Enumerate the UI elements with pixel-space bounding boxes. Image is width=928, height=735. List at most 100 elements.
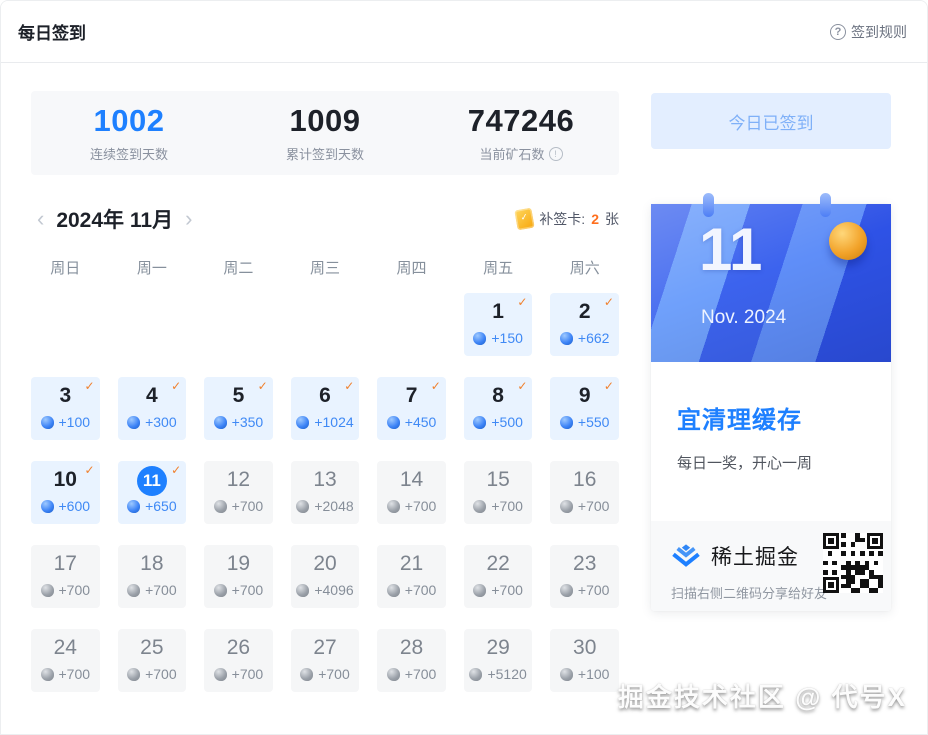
date-card-image: 11 Nov. 2024	[651, 204, 891, 362]
day-points: +550	[560, 414, 610, 430]
ore-icon	[296, 416, 309, 429]
calendar-day-cell[interactable]: 29 +5120	[464, 629, 533, 692]
calendar-day-cell[interactable]: ✓2+662	[550, 293, 619, 356]
calendar-day-cell[interactable]: ✓6+1024	[291, 377, 360, 440]
calendar-day-cell[interactable]: 24+700	[31, 629, 100, 692]
calendar-day-cell[interactable]: 28+700	[377, 629, 446, 692]
calendar-day-cell[interactable]: 20 +4096	[291, 545, 360, 608]
checked-in-today-button[interactable]: 今日已签到	[651, 93, 891, 149]
calendar-day-cell[interactable]: 18+700	[118, 545, 187, 608]
card-day-number: 11	[699, 220, 762, 280]
calendar-day-cell[interactable]: 12+700	[204, 461, 273, 524]
checked-icon: ✓	[171, 379, 181, 393]
day-points: +700	[127, 666, 177, 682]
calendar-day-cell[interactable]: 25 +700	[118, 629, 187, 692]
makeup-unit: 张	[605, 209, 619, 229]
ore-icon	[560, 416, 573, 429]
weekday-label: 周日	[31, 257, 100, 278]
date-card-footer: 稀土掘金 扫描右侧二维码分享给好友	[651, 521, 891, 611]
calendar-day-cell[interactable]: 13+2048	[291, 461, 360, 524]
calendar-day-cell[interactable]: 27+700	[291, 629, 360, 692]
calendar-day-cell[interactable]: ✓ 9 +550	[550, 377, 619, 440]
day-number: 9	[579, 385, 591, 407]
day-points: +600	[41, 498, 91, 514]
calendar-day-cell[interactable]: 23+700	[550, 545, 619, 608]
calendar-day-cell[interactable]: 15+700	[464, 461, 533, 524]
day-number: 10	[54, 469, 77, 491]
qr-code	[823, 533, 883, 593]
ore-icon	[41, 668, 54, 681]
calendar-day-cell[interactable]: ✓4+300	[118, 377, 187, 440]
day-number: 17	[54, 553, 77, 575]
ore-icon	[473, 332, 486, 345]
calendar-day-cell[interactable]: ✓7+450	[377, 377, 446, 440]
day-points: +150	[473, 330, 523, 346]
day-number: 14	[400, 469, 423, 491]
calendar-day-cell[interactable]: ✓11+650	[118, 461, 187, 524]
day-number: 26	[227, 637, 250, 659]
daily-checkin-page: 每日签到 ? 签到规则 1002 连续签到天数 1009 累计签到天数 7472…	[0, 0, 928, 735]
calendar-day-cell[interactable]: ✓1+150	[464, 293, 533, 356]
calendar-day-cell[interactable]: 26 +700	[204, 629, 273, 692]
ore-icon	[214, 416, 227, 429]
calendar-day-cell[interactable]: ✓8+500	[464, 377, 533, 440]
day-number: 7	[406, 385, 418, 407]
day-number: 29	[486, 637, 509, 659]
makeup-card-entry[interactable]: 补签卡: 2 张	[516, 209, 619, 229]
day-number: 20	[313, 553, 336, 575]
weekday-label: 周四	[377, 257, 446, 278]
daily-motto: 每日一奖，开心一周	[677, 452, 865, 473]
day-points: +4096	[296, 582, 353, 598]
day-points: +700	[387, 582, 437, 598]
ore-icon	[560, 584, 573, 597]
calendar-day-cell[interactable]: ✓3+100	[31, 377, 100, 440]
day-number: 23	[573, 553, 596, 575]
stat-consecutive-days: 1002 连续签到天数	[31, 103, 227, 163]
weekday-label: 周六	[550, 257, 619, 278]
day-number: 18	[140, 553, 163, 575]
brand-name: 稀土掘金	[711, 541, 799, 571]
next-month-button[interactable]: ›	[179, 208, 198, 230]
ore-icon	[214, 584, 227, 597]
day-number: 25	[140, 637, 163, 659]
checked-icon: ✓	[431, 379, 441, 393]
stat-label: 连续签到天数	[90, 144, 168, 163]
makeup-count: 2	[591, 211, 599, 227]
community-watermark: 掘金技术社区 @ 代号X	[618, 677, 907, 714]
calendar-day-cell[interactable]: 17+700	[31, 545, 100, 608]
card-month-label: Nov. 2024	[701, 307, 786, 329]
day-number: 8	[492, 385, 504, 407]
day-number: 30	[573, 637, 596, 659]
juejin-logo-icon	[671, 543, 701, 569]
day-points: +700	[214, 666, 264, 682]
calendar-day-cell[interactable]: 14+700	[377, 461, 446, 524]
day-points: +1024	[296, 414, 353, 430]
daily-suggestion: 宜清理缓存	[677, 400, 865, 435]
calendar-day-cell[interactable]: ✓5+350	[204, 377, 273, 440]
daily-date-card: 11 Nov. 2024 宜清理缓存 每日一奖，开心一周 稀土掘金 扫描右侧二维…	[651, 204, 891, 611]
calendar-day-cell[interactable]: 21+700	[377, 545, 446, 608]
prev-month-button[interactable]: ‹	[31, 208, 50, 230]
calendar-day-cell[interactable]: ✓10+600	[31, 461, 100, 524]
makeup-label: 补签卡:	[539, 209, 585, 229]
ore-icon	[560, 668, 573, 681]
calendar-day-cell[interactable]: 19+700	[204, 545, 273, 608]
calendar-day-cell[interactable]: 22 +700	[464, 545, 533, 608]
calendar-day-cell[interactable]: 16+700	[550, 461, 619, 524]
ore-icon	[127, 584, 140, 597]
ore-icon	[473, 500, 486, 513]
day-points: +700	[473, 582, 523, 598]
month-nav: ‹ 2024年 11月 › 补签卡: 2 张	[31, 204, 619, 234]
ore-icon	[296, 500, 309, 513]
checkin-rules-link[interactable]: ? 签到规则	[830, 22, 907, 42]
calendar-grid: ✓1+150 ✓2+662 ✓3+100 ✓4+300 ✓5+350 ✓6+1024 ✓ 7 +…	[31, 293, 619, 692]
info-icon[interactable]: !	[549, 147, 563, 161]
calendar-day-cell[interactable]: 30+100	[550, 629, 619, 692]
day-number: 22	[486, 553, 509, 575]
checked-icon: ✓	[604, 379, 614, 393]
day-points: +650	[127, 498, 177, 514]
day-points: +5120	[469, 666, 526, 682]
day-number: 2	[579, 301, 591, 323]
top-bar: 每日签到 ? 签到规则	[1, 1, 927, 63]
orange-ball-decoration	[829, 222, 867, 260]
